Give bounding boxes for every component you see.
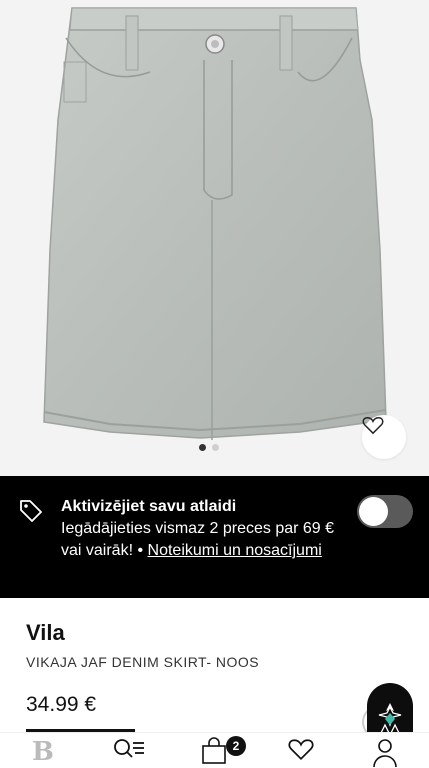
discount-title: Aktivizējiet savu atlaidi — [61, 498, 237, 515]
discount-banner: Aktivizējiet savu atlaidi Iegādājieties … — [0, 476, 429, 598]
search-menu-icon — [114, 739, 144, 758]
carousel-indicator — [199, 444, 219, 451]
product-name: VIKAJA JAF DENIM SKIRT- NOOS — [26, 654, 260, 670]
carousel-dot[interactable] — [212, 444, 219, 451]
product-price: 34.99 € — [26, 693, 97, 716]
tag-icon — [20, 500, 42, 522]
tab-wishlist[interactable] — [287, 737, 315, 761]
brand-logo-icon: B — [32, 737, 54, 767]
carousel-dot-active[interactable] — [199, 444, 206, 451]
toggle-knob — [359, 497, 388, 526]
tab-home[interactable]: B — [30, 737, 56, 767]
discount-toggle[interactable] — [357, 495, 413, 528]
discount-description: Iegādājieties vismaz 2 preces par 69 € v… — [61, 518, 351, 562]
shopping-bag-icon — [202, 737, 226, 764]
tab-search[interactable] — [112, 737, 146, 761]
denim-skirt-image — [43, 7, 387, 440]
discount-text: Aktivizējiet savu atlaidi Iegādājieties … — [61, 496, 351, 562]
tab-bag[interactable] — [200, 737, 228, 765]
tab-account[interactable] — [372, 737, 398, 767]
user-icon — [373, 739, 397, 767]
heart-icon — [288, 739, 314, 761]
product-image-carousel[interactable] — [0, 0, 429, 476]
add-to-wishlist-button[interactable] — [362, 415, 406, 459]
bag-count-badge: 2 — [226, 736, 246, 756]
terms-link[interactable]: Noteikumi un nosacījumi — [148, 542, 322, 559]
heart-icon — [362, 416, 384, 435]
product-brand[interactable]: Vila — [26, 620, 65, 646]
